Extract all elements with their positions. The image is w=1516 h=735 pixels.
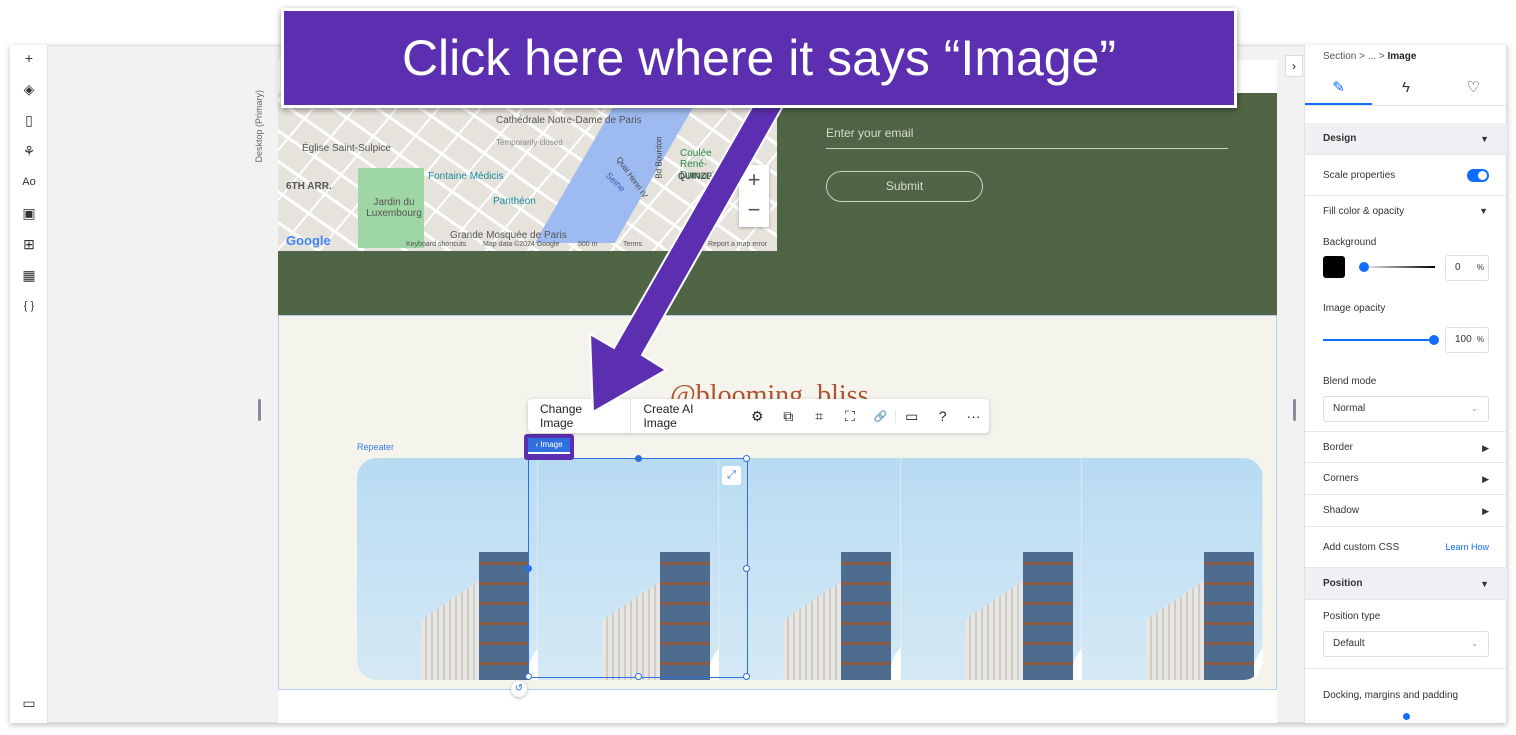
pointer-arrow <box>588 96 784 414</box>
instruction-banner: Click here where it says “Image” <box>281 8 1237 108</box>
